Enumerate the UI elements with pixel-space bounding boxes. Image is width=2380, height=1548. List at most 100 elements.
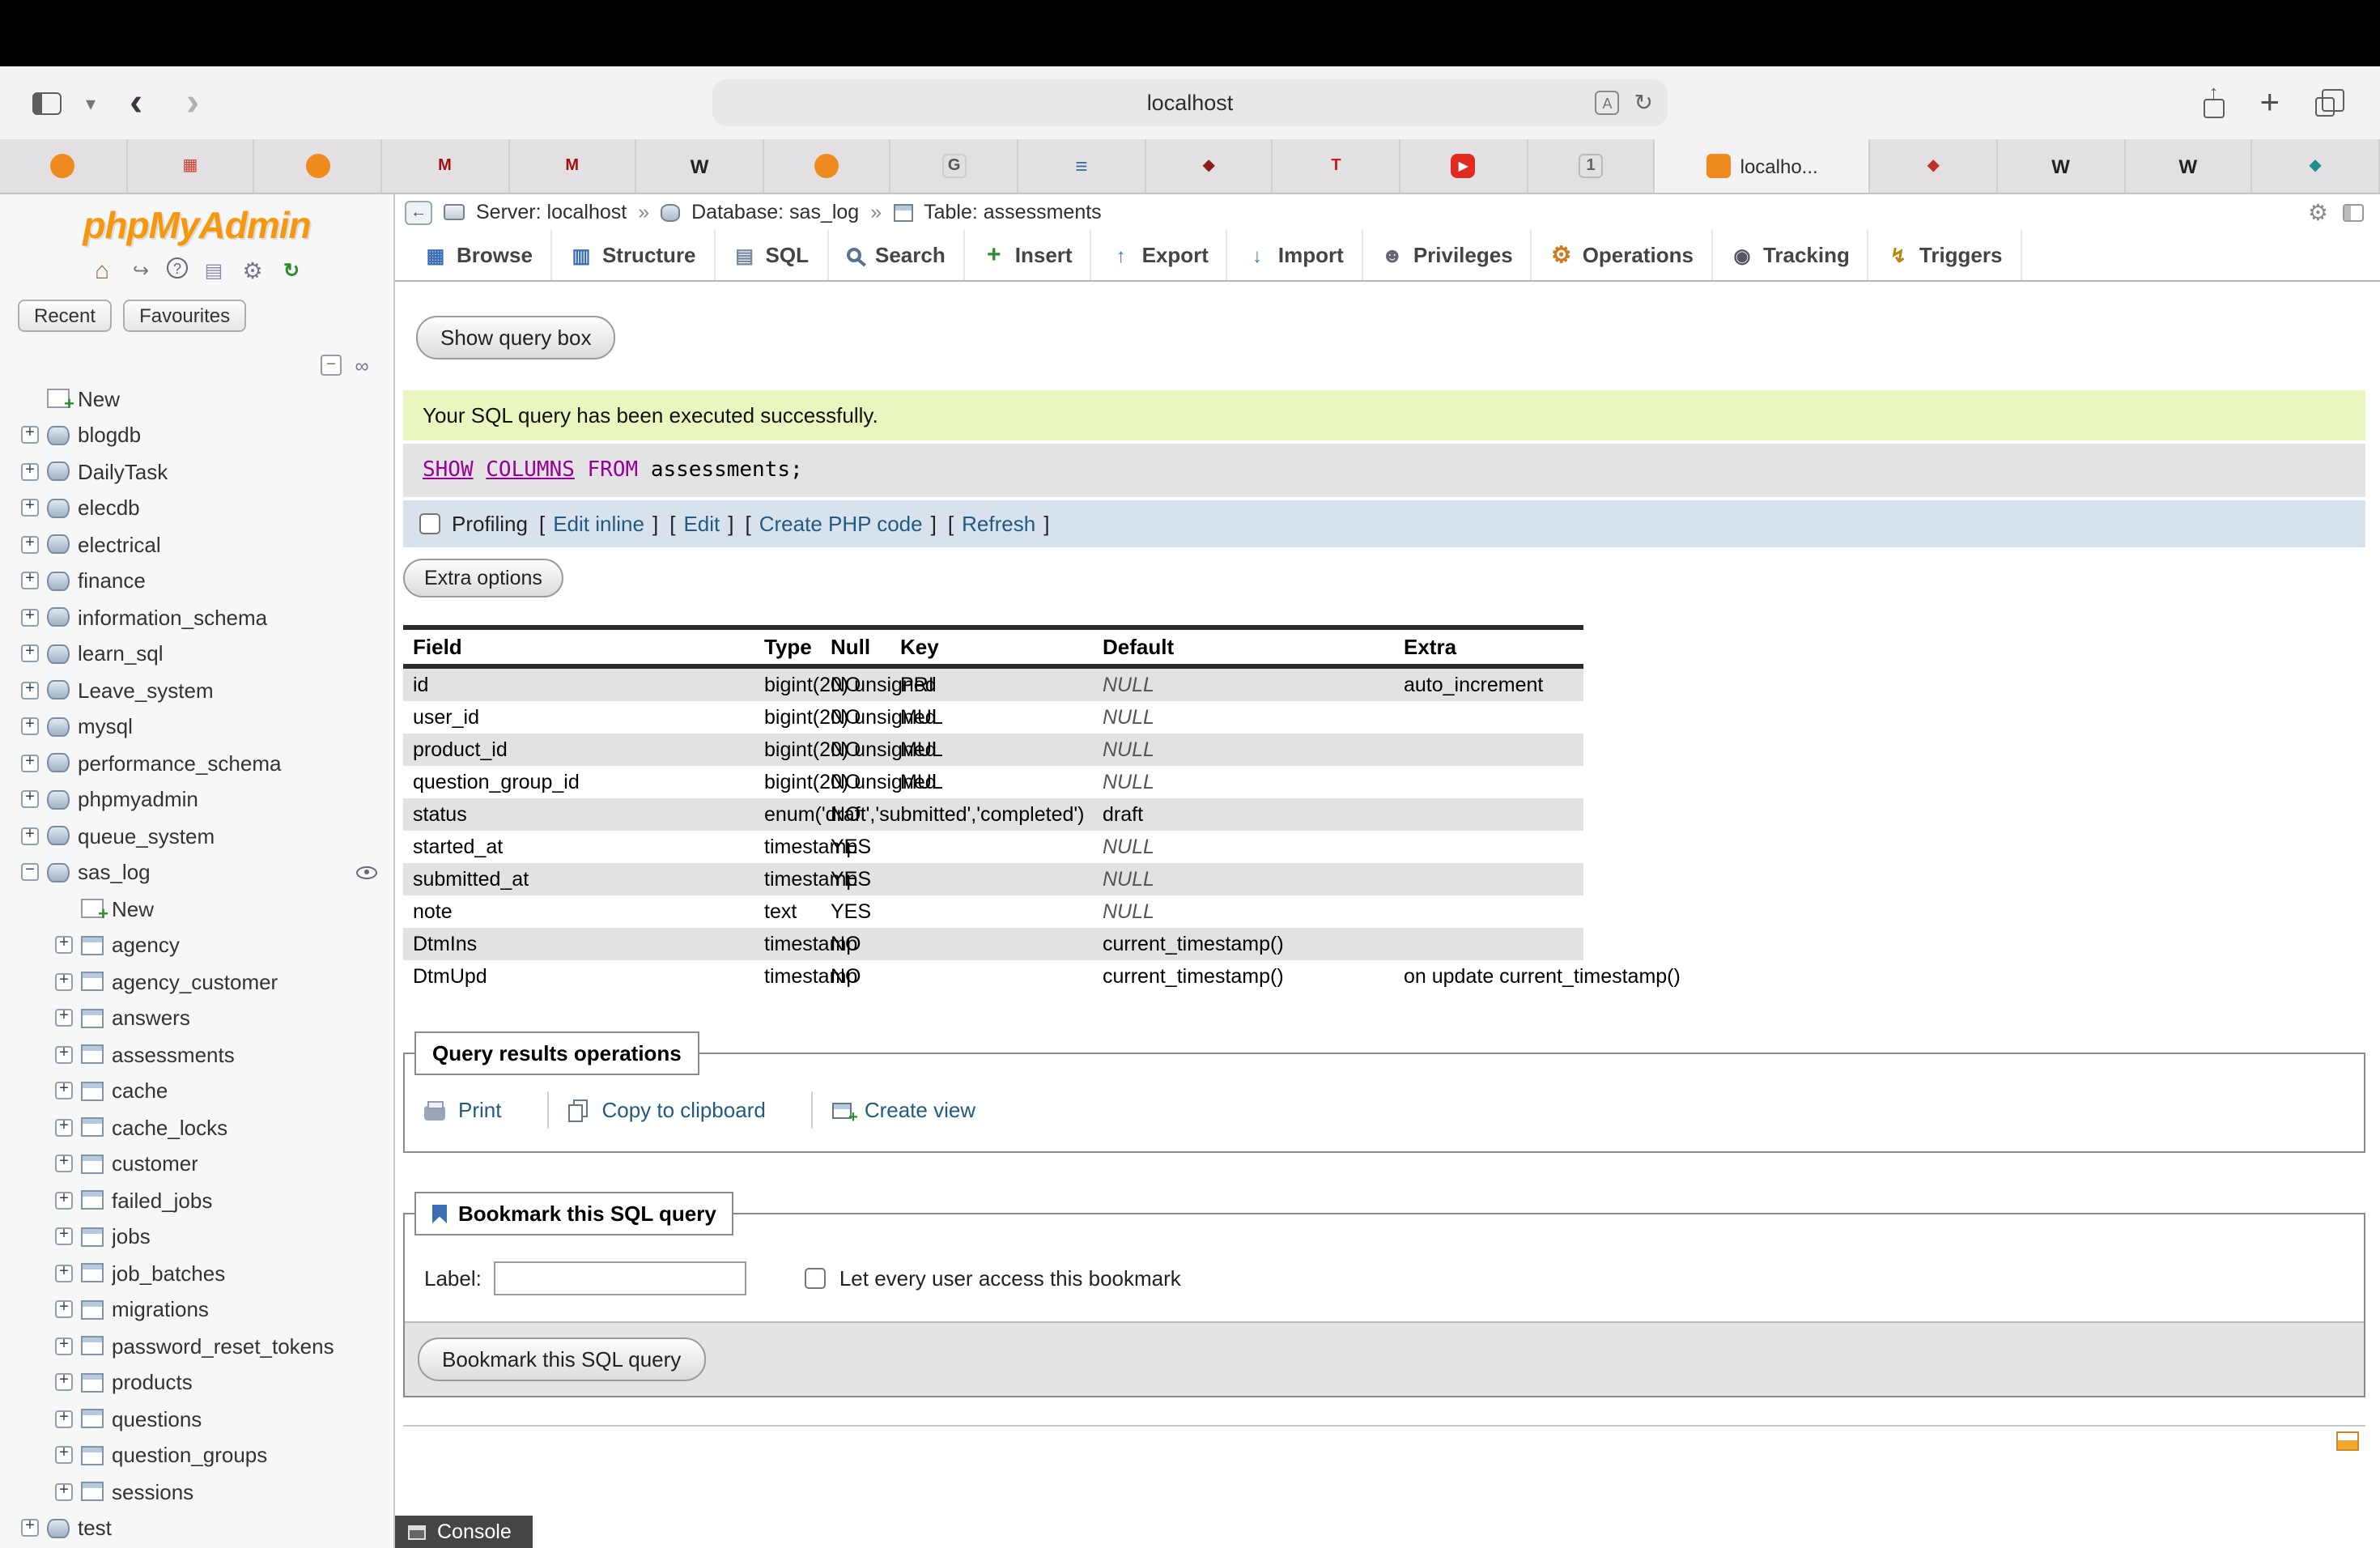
tree-item[interactable]: finance xyxy=(0,563,393,599)
tree-item[interactable]: learn_sql xyxy=(0,636,393,672)
browser-tab[interactable]: 1 xyxy=(1528,139,1655,193)
tree-item-label[interactable]: agency_customer xyxy=(112,970,278,994)
tree-item-label[interactable]: phpmyadmin xyxy=(78,788,198,812)
tree-item-label[interactable]: elecdb xyxy=(78,496,140,521)
tree-item-label[interactable]: failed_jobs xyxy=(112,1189,212,1213)
sql-keyword-link[interactable]: COLUMNS xyxy=(486,458,575,483)
tree-item[interactable]: cache xyxy=(0,1073,393,1109)
tree-toggle-icon[interactable] xyxy=(55,1119,73,1137)
tree-item-label[interactable]: queue_system xyxy=(78,824,215,848)
browser-tab[interactable]: M xyxy=(382,139,509,193)
results-op-link[interactable]: Create view xyxy=(813,1091,1021,1129)
tree-item[interactable]: cache_locks xyxy=(0,1109,393,1146)
tree-toggle-icon[interactable] xyxy=(55,1265,73,1282)
reload-icon[interactable] xyxy=(278,257,304,283)
breadcrumb-database[interactable]: Database: sas_log xyxy=(691,201,859,223)
tree-item-label[interactable]: electrical xyxy=(78,533,161,557)
tree-toggle-icon[interactable] xyxy=(55,1010,73,1027)
browser-tab[interactable] xyxy=(0,139,127,193)
tree-toggle-icon[interactable] xyxy=(55,1155,73,1173)
tree-item[interactable]: question_groups xyxy=(0,1437,393,1474)
tree-item[interactable]: sessions xyxy=(0,1474,393,1510)
profiling-link[interactable]: Create PHP code xyxy=(759,512,923,536)
sidebar-toggle-icon[interactable] xyxy=(32,91,62,114)
share-icon[interactable] xyxy=(2203,99,2224,118)
menu-tab[interactable]: Search xyxy=(828,230,965,280)
browser-tab[interactable]: T xyxy=(1273,139,1400,193)
tree-item-label[interactable]: information_schema xyxy=(78,606,267,630)
tree-toggle-icon[interactable] xyxy=(55,1374,73,1392)
docs-icon[interactable] xyxy=(167,257,188,279)
tree-toggle-icon[interactable] xyxy=(21,463,39,481)
back-button[interactable]: ‹ xyxy=(120,83,152,122)
tree-toggle-icon[interactable] xyxy=(55,937,73,955)
tree-item[interactable]: jobs xyxy=(0,1218,393,1255)
profiling-checkbox[interactable] xyxy=(419,513,440,534)
tree-item-label[interactable]: products xyxy=(112,1371,193,1395)
tree-item-label[interactable]: agency xyxy=(112,933,180,958)
panels-icon[interactable] xyxy=(2343,203,2364,221)
gear-icon[interactable] xyxy=(2308,198,2328,226)
tree-item-label[interactable]: password_reset_tokens xyxy=(112,1334,334,1359)
tree-toggle-icon[interactable] xyxy=(21,572,39,590)
tree-item-label[interactable]: blogdb xyxy=(78,423,141,448)
tree-item[interactable]: mysql xyxy=(0,708,393,745)
tree-toggle-icon[interactable] xyxy=(21,791,39,809)
tree-item[interactable]: electrical xyxy=(0,526,393,563)
new-tab-icon[interactable] xyxy=(2259,85,2280,121)
browser-tab-active[interactable]: localho... xyxy=(1655,139,1871,193)
translate-icon[interactable] xyxy=(1596,91,1620,115)
reload-icon[interactable] xyxy=(1634,89,1653,117)
tree-item-label[interactable]: Leave_system xyxy=(78,678,214,703)
tree-item[interactable]: DailyTask xyxy=(0,453,393,490)
browser-tab[interactable]: ◆ xyxy=(2253,139,2380,193)
tree-item-label[interactable]: assessments xyxy=(112,1043,235,1067)
link-panel-icon[interactable] xyxy=(351,355,372,376)
tree-item[interactable]: blogdb xyxy=(0,417,393,453)
address-bar[interactable]: localhost xyxy=(712,79,1668,126)
tree-toggle-icon[interactable] xyxy=(21,1520,39,1537)
browser-tab[interactable]: ≡ xyxy=(1018,139,1145,193)
browser-tab[interactable]: W xyxy=(1998,139,2125,193)
menu-tab[interactable]: Insert xyxy=(965,230,1092,280)
tree-item-label[interactable]: jobs xyxy=(112,1225,151,1249)
tree-toggle-icon[interactable] xyxy=(55,1082,73,1100)
home-icon[interactable] xyxy=(89,257,115,283)
profiling-link[interactable]: Refresh xyxy=(962,512,1035,536)
browser-tab[interactable]: ◆ xyxy=(1146,139,1273,193)
panel-tab-button[interactable]: Favourites xyxy=(123,300,246,332)
tree-item[interactable]: information_schema xyxy=(0,599,393,636)
tree-toggle-icon[interactable] xyxy=(55,1192,73,1210)
tree-toggle-icon[interactable] xyxy=(21,645,39,663)
browser-tab[interactable]: ◆ xyxy=(1871,139,1998,193)
info-icon[interactable] xyxy=(201,257,227,283)
tree-item-label[interactable]: New xyxy=(112,897,154,921)
tree-toggle-icon[interactable] xyxy=(21,609,39,627)
tree-toggle-icon[interactable] xyxy=(55,973,73,991)
tree-item-label[interactable]: migrations xyxy=(112,1298,209,1322)
show-query-box-button[interactable]: Show query box xyxy=(416,316,615,359)
settings-icon[interactable] xyxy=(240,257,266,283)
tree-item-label[interactable]: cache xyxy=(112,1079,168,1104)
tree-item[interactable]: Leave_system xyxy=(0,672,393,708)
tree-item[interactable]: questions xyxy=(0,1401,393,1437)
menu-tab[interactable]: Browse xyxy=(406,230,552,280)
tree-item[interactable]: elecdb xyxy=(0,490,393,526)
tree-toggle-icon[interactable] xyxy=(21,755,39,772)
results-op-link[interactable]: Copy to clipboard xyxy=(548,1091,812,1129)
browser-tab[interactable]: M xyxy=(509,139,636,193)
tree-item-label[interactable]: questions xyxy=(112,1407,202,1431)
logout-icon[interactable] xyxy=(128,257,154,283)
menu-tab[interactable]: Structure xyxy=(552,230,716,280)
chevron-down-icon[interactable] xyxy=(86,88,96,117)
menu-tab[interactable]: Privileges xyxy=(1363,230,1532,280)
tree-item[interactable]: test xyxy=(0,1510,393,1546)
browser-tab[interactable]: ▦ xyxy=(127,139,254,193)
tab-overview-icon[interactable] xyxy=(2315,96,2335,116)
browser-tab[interactable]: ▶ xyxy=(1400,139,1528,193)
menu-tab[interactable]: SQL xyxy=(716,230,828,280)
tree-toggle-icon[interactable] xyxy=(55,1046,73,1064)
menu-tab[interactable]: Operations xyxy=(1532,230,1713,280)
tree-item-label[interactable]: New xyxy=(78,387,120,411)
sql-keyword-link[interactable]: SHOW xyxy=(423,458,474,483)
